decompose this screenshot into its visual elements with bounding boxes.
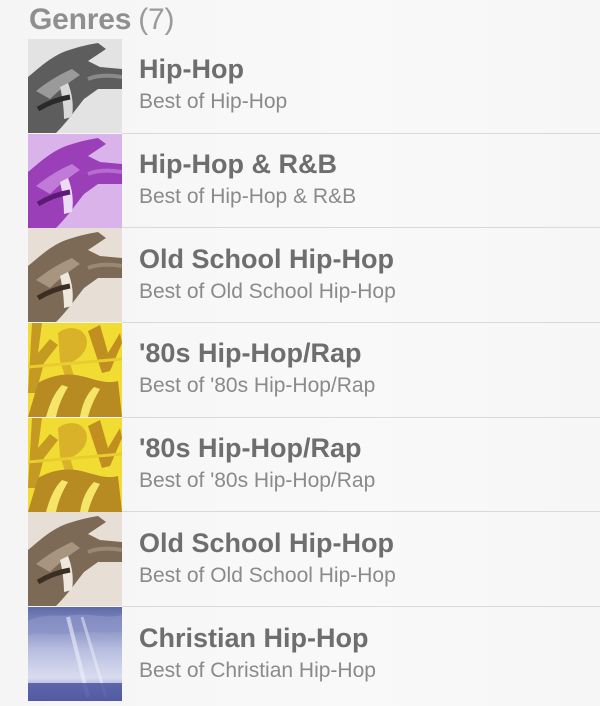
genre-title: '80s Hip-Hop/Rap <box>139 433 362 464</box>
hands-artwork-sepia <box>28 228 122 323</box>
list-item[interactable]: Hip-Hop & R&B Best of Hip-Hop & R&B <box>0 133 600 229</box>
genre-subtitle: Best of Hip-Hop & R&B <box>139 185 357 209</box>
section-count: (7) <box>138 2 175 36</box>
genre-title: Christian Hip-Hop <box>139 622 369 653</box>
genre-title: Old School Hip-Hop <box>139 243 394 274</box>
sky-artwork-blue <box>28 607 122 702</box>
list-item[interactable]: Christian Hip-Hop Best of Christian Hip-… <box>0 607 600 702</box>
list-item-text: Hip-Hop & R&B Best of Hip-Hop & R&B <box>122 134 600 229</box>
genre-title: Hip-Hop <box>139 54 244 85</box>
genre-subtitle: Best of '80s Hip-Hop/Rap <box>139 374 376 398</box>
list-item-text: Christian Hip-Hop Best of Christian Hip-… <box>122 607 600 702</box>
list-item[interactable]: Old School Hip-Hop Best of Old School Hi… <box>0 228 600 324</box>
section-title: Genres <box>29 2 132 36</box>
genre-subtitle: Best of Hip-Hop <box>139 90 288 114</box>
list-item[interactable]: '80s Hip-Hop/Rap Best of '80s Hip-Hop/Ra… <box>0 323 600 418</box>
genre-subtitle: Best of Old School Hip-Hop <box>139 279 396 303</box>
list-item-text: Old School Hip-Hop Best of Old School Hi… <box>122 512 600 608</box>
list-item-text: Hip-Hop Best of Hip-Hop <box>122 39 600 134</box>
genre-title: Hip-Hop & R&B <box>139 149 337 180</box>
list-item-text: '80s Hip-Hop/Rap Best of '80s Hip-Hop/Ra… <box>122 323 600 418</box>
list-item[interactable]: Hip-Hop Best of Hip-Hop <box>0 39 600 134</box>
genre-subtitle: Best of '80s Hip-Hop/Rap <box>139 469 376 493</box>
list-item[interactable]: '80s Hip-Hop/Rap Best of '80s Hip-Hop/Ra… <box>0 417 600 513</box>
genres-list: Hip-Hop Best of Hip-Hop Hip-Hop & R&B Be… <box>0 39 600 702</box>
genres-screen: Genres (7) Hip-Hop Best of Hip-Hop Hip-H… <box>0 0 600 706</box>
hands-artwork-sepia <box>28 512 122 607</box>
genre-subtitle: Best of Old School Hip-Hop <box>139 563 396 587</box>
genre-subtitle: Best of Christian Hip-Hop <box>139 658 376 682</box>
genre-title: '80s Hip-Hop/Rap <box>139 338 362 369</box>
list-item[interactable]: Old School Hip-Hop Best of Old School Hi… <box>0 512 600 608</box>
hands-artwork-purple <box>28 133 122 228</box>
hands-artwork-gray <box>28 39 122 133</box>
list-item-text: Old School Hip-Hop Best of Old School Hi… <box>122 228 600 324</box>
list-item-text: '80s Hip-Hop/Rap Best of '80s Hip-Hop/Ra… <box>122 418 600 513</box>
genre-title: Old School Hip-Hop <box>139 527 394 558</box>
graffiti-artwork-yellow <box>28 323 122 418</box>
genres-section-header: Genres (7) <box>0 0 600 39</box>
graffiti-artwork-yellow <box>28 417 122 512</box>
